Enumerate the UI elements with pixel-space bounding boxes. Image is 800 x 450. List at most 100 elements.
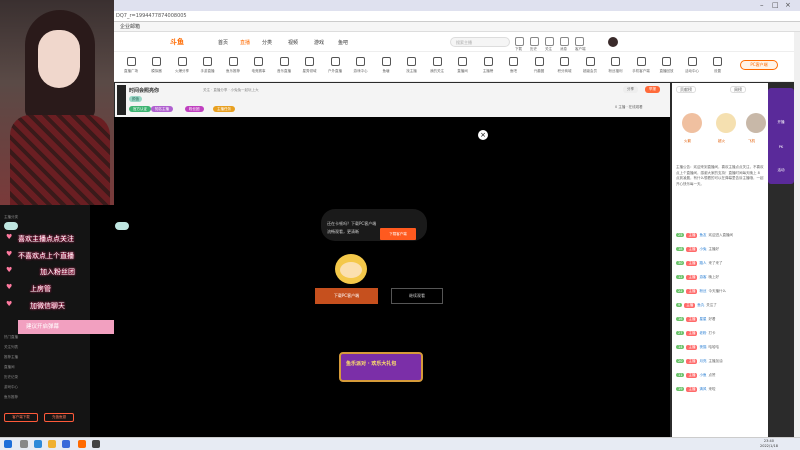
address-bar[interactable]: DQ7_r=1994477874008005 bbox=[110, 11, 800, 22]
chat-name[interactable]: 夜猫 bbox=[699, 345, 706, 349]
browser-icon[interactable] bbox=[62, 440, 70, 448]
chat-message[interactable]: 11 主播 小鱼 点赞 bbox=[676, 373, 764, 379]
room-avatar[interactable] bbox=[117, 85, 126, 115]
chat-name[interactable]: 清风 bbox=[699, 387, 706, 391]
chat-text: 晚上好 bbox=[708, 275, 719, 279]
nav-video[interactable]: 视频 bbox=[288, 39, 298, 46]
chat-name[interactable]: 路人 bbox=[699, 261, 706, 265]
search-input[interactable]: 搜索主播 bbox=[450, 37, 510, 47]
left-text-6[interactable]: 历史记录 bbox=[4, 375, 18, 380]
left-text-8[interactable]: 鱼乐推荐 bbox=[4, 395, 18, 400]
left-text-5[interactable]: 直播间 bbox=[4, 365, 15, 370]
chat-name[interactable]: 小兔 bbox=[699, 247, 706, 251]
nav-home[interactable]: 首页 bbox=[218, 39, 228, 46]
tab-contribution[interactable]: 贡献榜 bbox=[676, 86, 696, 93]
chat-name[interactable]: 鱼友 bbox=[699, 233, 706, 237]
chat-name[interactable]: 小鱼 bbox=[699, 373, 706, 377]
continue-watch-button[interactable]: 继续观看 bbox=[391, 288, 443, 304]
site-logo[interactable]: 斗鱼 bbox=[170, 37, 184, 47]
nav-live[interactable]: 直播 bbox=[240, 39, 250, 46]
chat-message[interactable]: 18 主播 小兔 主播好 bbox=[676, 247, 764, 253]
chat-fan: 主播 bbox=[686, 345, 698, 350]
left-text-7[interactable]: 游戏中心 bbox=[4, 385, 18, 390]
app-icon[interactable] bbox=[92, 440, 100, 448]
chat-lv: 25 bbox=[676, 233, 685, 237]
badge-famous: 知名主播 bbox=[151, 106, 173, 112]
nav-category[interactable]: 分类 bbox=[262, 39, 272, 46]
panel-item-event[interactable]: 活动 bbox=[771, 168, 791, 182]
report-button[interactable]: 举报 bbox=[645, 86, 660, 93]
bubble-download-button[interactable]: 下载客户端 bbox=[380, 228, 416, 240]
folder-icon[interactable] bbox=[48, 440, 56, 448]
rank-avatar-2[interactable] bbox=[716, 113, 736, 133]
bookmark-item[interactable]: 企业邮箱 bbox=[120, 23, 140, 30]
download-client-button[interactable]: 下载PC客户端 bbox=[315, 288, 378, 304]
category-item[interactable]: 设置 bbox=[703, 55, 733, 81]
room-tag[interactable]: 颜值 bbox=[129, 96, 142, 102]
category-icon bbox=[254, 57, 263, 66]
chat-message[interactable]: 20 主播 月亮 主播加油 bbox=[676, 359, 764, 365]
chat-name[interactable]: 月亮 bbox=[699, 359, 706, 363]
tab-weekly[interactable]: 周榜 bbox=[730, 86, 746, 93]
history-icon[interactable] bbox=[530, 37, 539, 46]
site-header: 斗鱼 首页 直播 分类 视频 游戏 鱼吧 搜索主播 下载 历史 关注 消息 客户… bbox=[110, 32, 800, 52]
left-text-1[interactable]: 主播分类 bbox=[4, 215, 18, 220]
chat-message[interactable]: 12 主播 游客 晚上好 bbox=[676, 275, 764, 281]
rank-avatar-1[interactable] bbox=[682, 113, 702, 133]
pc-client-button[interactable]: PC客户端 bbox=[740, 60, 778, 70]
user-avatar[interactable] bbox=[608, 37, 618, 47]
chat-message[interactable]: 30 主播 路人 来了来了 bbox=[676, 261, 764, 267]
category-icon bbox=[330, 57, 340, 66]
client-icon[interactable] bbox=[575, 37, 584, 46]
close-icon[interactable]: × bbox=[478, 130, 488, 140]
recharge-button[interactable]: 充值鱼翅 bbox=[44, 413, 74, 422]
nav-fishbar[interactable]: 鱼吧 bbox=[338, 39, 348, 46]
left-text-4[interactable]: 推荐主播 bbox=[4, 355, 18, 360]
chat-text: 来了来了 bbox=[708, 261, 723, 265]
chat-message[interactable]: 22 主播 粉丝 今天播什么 bbox=[676, 289, 764, 295]
bubble-line1: 还在卡顿吗？下载PC客户端 bbox=[327, 221, 377, 226]
share-button[interactable]: 分享 bbox=[623, 86, 638, 93]
chat-message[interactable]: 25 主播 鱼友 欢迎进入直播间 bbox=[676, 233, 764, 239]
category-icon bbox=[611, 57, 620, 66]
clock-date: 2022/1/18 bbox=[760, 444, 778, 448]
page-scrollbar[interactable] bbox=[794, 32, 800, 437]
chat-name[interactable]: 游客 bbox=[699, 275, 706, 279]
search-icon[interactable] bbox=[20, 440, 28, 448]
category-icon bbox=[662, 57, 671, 66]
promo-banner[interactable] bbox=[339, 352, 423, 382]
message-icon[interactable] bbox=[560, 37, 569, 46]
chat-name[interactable]: 星星 bbox=[699, 317, 706, 321]
chat-name[interactable]: 鱼丸 bbox=[697, 303, 704, 307]
left-text-3[interactable]: 关注列表 bbox=[4, 345, 18, 350]
chat-message[interactable]: 9 主播 鱼丸 关注了 bbox=[676, 303, 764, 309]
download-icon[interactable] bbox=[515, 37, 524, 46]
nav-game[interactable]: 游戏 bbox=[314, 39, 324, 46]
chat-fan: 主播 bbox=[686, 359, 698, 364]
rank-avatar-3[interactable] bbox=[746, 113, 766, 133]
close-icon[interactable]: × bbox=[785, 1, 791, 9]
category-icon bbox=[152, 57, 161, 66]
chat-message[interactable]: 14 主播 夜猫 哈哈哈 bbox=[676, 345, 764, 351]
panel-item-pk[interactable]: PK bbox=[771, 145, 791, 159]
left-text-2[interactable]: 热门直播 bbox=[4, 335, 18, 340]
chat-message[interactable]: 16 主播 星星 好看 bbox=[676, 317, 764, 323]
windows-start-icon[interactable] bbox=[4, 440, 12, 448]
chat-name[interactable]: 老粉 bbox=[699, 331, 706, 335]
chat-name[interactable]: 粉丝 bbox=[699, 289, 706, 293]
chat-lv: 11 bbox=[676, 373, 685, 377]
douyu-icon[interactable] bbox=[78, 440, 86, 448]
chat-text: 主播好 bbox=[708, 247, 719, 251]
edge-icon[interactable] bbox=[34, 440, 42, 448]
chat-text: 来啦 bbox=[708, 387, 716, 391]
follow-icon[interactable] bbox=[545, 37, 554, 46]
client-download-button[interactable]: 客户端下载 bbox=[4, 413, 38, 422]
category-label: 设置 bbox=[714, 69, 721, 73]
chat-message[interactable]: 27 主播 老粉 打卡 bbox=[676, 331, 764, 337]
clock[interactable]: 23:40 2022/1/18 bbox=[760, 439, 778, 449]
video-player[interactable]: × 还在卡顿吗？下载PC客户端 流畅观看，更清晰 下载客户端 下载PC客户端 继… bbox=[90, 117, 670, 437]
panel-item-live[interactable]: 开播 bbox=[771, 120, 791, 134]
minimize-icon[interactable]: – bbox=[760, 1, 764, 9]
chat-message[interactable]: 19 主播 清风 来啦 bbox=[676, 387, 764, 393]
maximize-icon[interactable]: □ bbox=[772, 1, 779, 9]
